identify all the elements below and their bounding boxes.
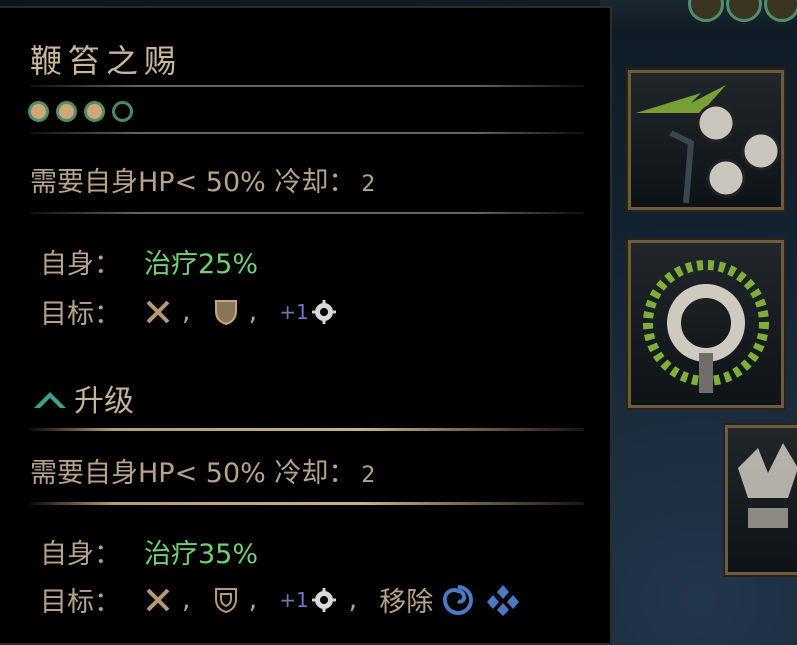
rank-pip-filled-icon xyxy=(28,101,49,122)
upgrade-header: 升级 xyxy=(32,376,134,420)
shield-icon xyxy=(214,299,237,325)
skill-tooltip: 鞭笞之赐 需要自身HP< 50% 冷却： 2 自身： 治疗25% 目标： , , … xyxy=(0,6,612,645)
cooldown-label: 冷却： xyxy=(274,458,356,489)
target-label: 目标： xyxy=(40,587,121,618)
heal-value: 治疗25% xyxy=(144,249,259,280)
hp-requirement: 需要自身HP< 50% xyxy=(30,458,266,489)
cooldown-value: 2 xyxy=(361,463,376,488)
remove-label: 移除 xyxy=(379,587,434,618)
hp-requirement: 需要自身HP< 50% xyxy=(30,167,266,198)
top-resource-strip xyxy=(600,0,797,34)
stat-plus-value: +1 xyxy=(279,299,309,324)
heal-value: 治疗35% xyxy=(144,539,259,570)
self-label: 自身： xyxy=(40,539,121,570)
diamond-cluster-icon xyxy=(487,584,520,616)
upgrade-requirement-line: 需要自身HP< 50% 冷却： 2 xyxy=(30,451,375,490)
upgrade-self-effect-line: 自身： 治疗35% xyxy=(40,532,258,571)
upgrade-target-effect-line: 目标： , , +1 , 移除 xyxy=(40,580,531,619)
speed-cog-icon xyxy=(311,587,336,612)
resource-coin-icon xyxy=(726,0,762,22)
divider xyxy=(30,212,584,214)
stat-plus-value: +1 xyxy=(279,587,309,612)
resource-coin-icon xyxy=(688,0,724,22)
rank-pip-filled-icon xyxy=(56,101,77,122)
thorn-ring-skill-icon[interactable] xyxy=(626,238,786,410)
divider-gold xyxy=(30,428,584,431)
cooldown-value: 2 xyxy=(361,172,376,197)
crown-skill-icon[interactable] xyxy=(723,423,797,577)
divider xyxy=(30,132,584,134)
flail-skill-icon[interactable] xyxy=(626,68,786,212)
divider xyxy=(30,85,584,87)
speed-cog-icon xyxy=(311,299,336,324)
self-effect-line: 自身： 治疗25% xyxy=(40,242,258,281)
upgrade-chevron-icon xyxy=(34,392,66,408)
cooldown-label: 冷却： xyxy=(274,167,356,198)
crossed-swords-icon xyxy=(146,300,170,323)
requirement-line: 需要自身HP< 50% 冷却： 2 xyxy=(30,160,375,199)
spiral-icon xyxy=(443,584,474,615)
crossed-swords-icon xyxy=(146,588,170,611)
rank-pip-empty-icon xyxy=(112,101,133,122)
resource-coin-icon xyxy=(764,0,797,22)
rank-pip-filled-icon xyxy=(84,101,105,122)
divider-gold xyxy=(30,502,584,505)
shield-icon xyxy=(214,587,237,613)
upgrade-label: 升级 xyxy=(74,384,134,419)
target-effect-line: 目标： , , +1 xyxy=(40,292,349,331)
self-label: 自身： xyxy=(40,249,121,280)
skill-rank-pips xyxy=(28,101,140,129)
skill-title: 鞭笞之赐 xyxy=(30,42,183,80)
target-label: 目标： xyxy=(40,299,121,330)
